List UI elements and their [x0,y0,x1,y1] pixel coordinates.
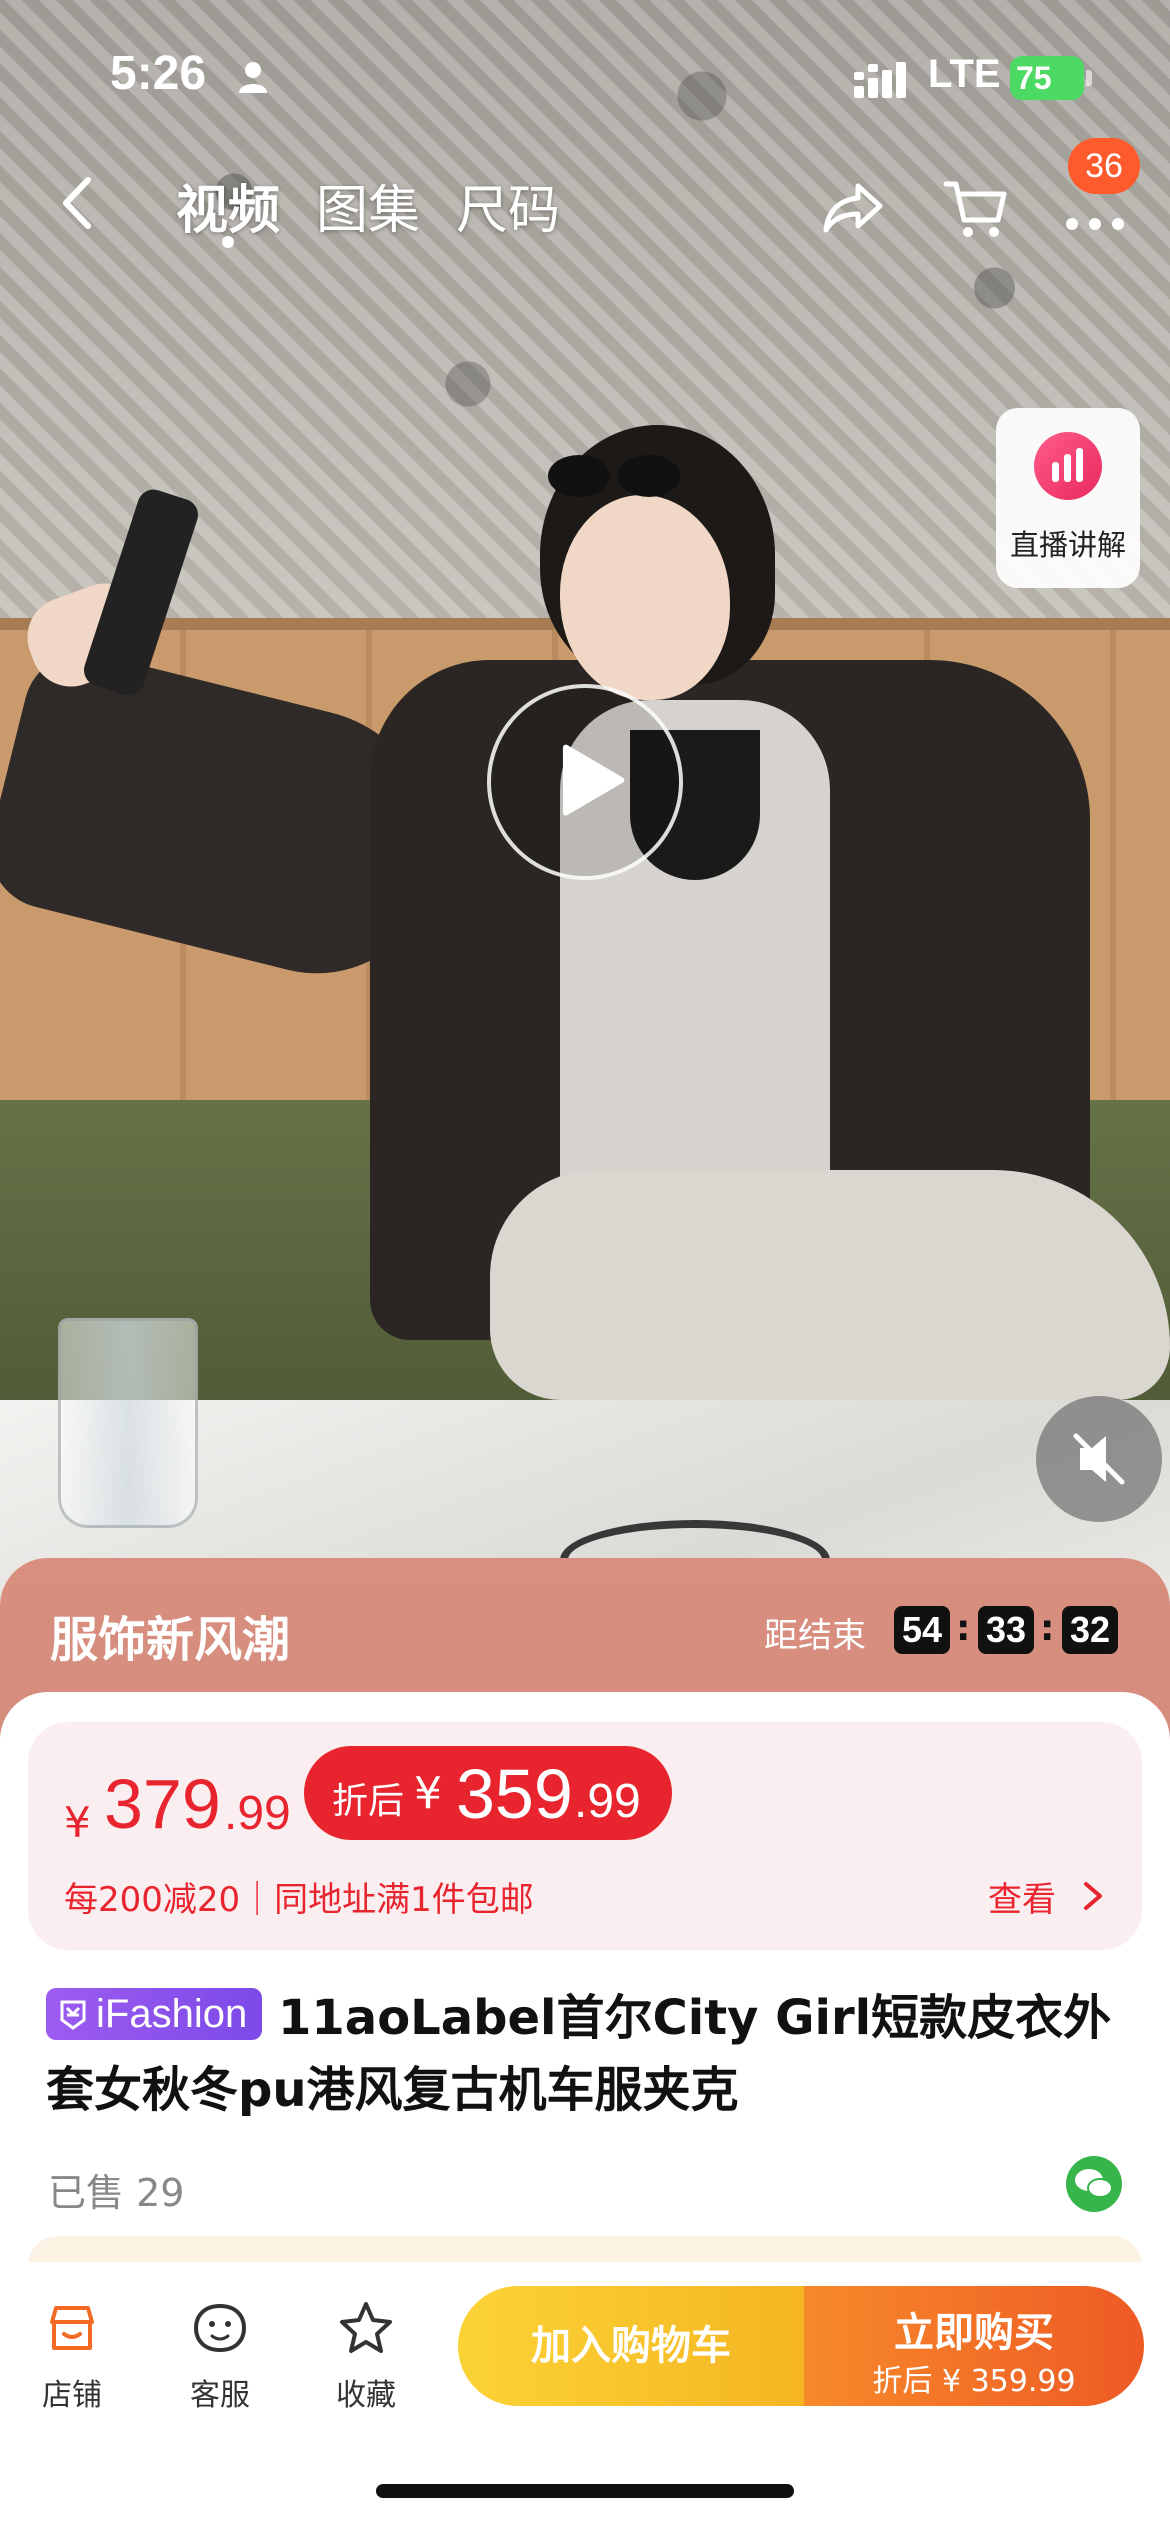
view-promotions-link[interactable]: 查看 [988,1872,1056,1921]
chat-face-icon [193,2303,247,2353]
original-price-cents: .99 [224,1787,291,1840]
buy-now-price: 折后 ¥ 359.99 [872,2364,1076,2399]
home-indicator[interactable] [376,2484,794,2498]
promo-title: 服饰新风潮 [50,1612,291,1668]
countdown-seconds: 32 [1062,1606,1118,1654]
product-detail-card: ¥ 379 .99 折后 ¥ 359 .99 每200减20｜同地址满1件包邮 … [0,1692,1170,2292]
tab-video[interactable]: 视频 [176,168,280,243]
promotion-rules: 每200减20｜同地址满1件包邮 [64,1880,534,1920]
sunglasses [548,455,688,499]
chevron-right-icon[interactable] [1080,1878,1106,1914]
sold-count: 已售 29 [48,2171,185,2215]
currency-symbol: ¥ [64,1798,91,1847]
countdown-hours: 54 [894,1606,950,1654]
cart-icon[interactable] [940,172,1010,242]
play-icon [562,744,625,816]
message-count-badge: 36 [1068,138,1140,194]
product-title: 11aoLabel首尔City Girl短款皮衣外套女秋冬pu港风复古机车服夹克 [46,1990,1112,2118]
original-price: 379 [104,1765,221,1843]
service-label: 客服 [190,2378,250,2413]
status-time: 5:26 [110,47,207,100]
store-label: 店铺 [42,2378,102,2413]
back-arrow-icon[interactable] [50,170,110,236]
mute-button[interactable] [1036,1396,1162,1522]
store-button[interactable]: 店铺 [12,2298,132,2414]
speaker-muted-icon [1073,1433,1125,1485]
active-tab-indicator [222,236,234,248]
live-explain-button[interactable]: 直播讲解 [996,408,1140,588]
share-icon[interactable] [818,172,888,242]
store-icon [50,2306,94,2350]
person-icon [239,62,267,93]
tab-gallery[interactable]: 图集 [316,168,420,243]
live-explain-label: 直播讲解 [1009,528,1126,562]
price-section: ¥ 379 .99 折后 ¥ 359 .99 每200减20｜同地址满1件包邮 … [28,1722,1142,1950]
countdown-label: 距结束 [764,1616,866,1656]
battery-indicator: 75 [1010,56,1084,100]
customer-service-button[interactable]: 客服 [160,2298,280,2414]
play-button[interactable] [487,684,683,880]
after-discount-label: 折后 [332,1781,405,1822]
live-bars-icon [1034,432,1102,500]
star-icon [340,2302,392,2353]
signal-icon [854,62,906,98]
network-label: LTE [928,52,1001,96]
tab-size[interactable]: 尺码 [456,168,560,243]
wechat-icon [1075,2169,1113,2198]
water-glass [58,1318,198,1528]
wechat-share-button[interactable] [1066,2156,1122,2212]
countdown-minutes: 33 [978,1606,1034,1654]
status-bar: 5:26 LTE 75 [0,40,1170,120]
discount-price-pill: 折后 ¥ 359 .99 [304,1746,672,1840]
buy-now-button[interactable]: 立即购买 折后 ¥ 359.99 [804,2286,1144,2406]
discount-price: 359 [456,1755,573,1833]
favorite-label: 收藏 [336,2378,396,2413]
buy-now-label: 立即购买 [894,2310,1054,2356]
top-nav: 视频 图集 尺码 36 [0,138,1170,260]
add-to-cart-button[interactable]: 加入购物车 [458,2286,804,2406]
discount-price-cents: .99 [574,1775,641,1828]
favorite-button[interactable]: 收藏 [306,2298,426,2414]
